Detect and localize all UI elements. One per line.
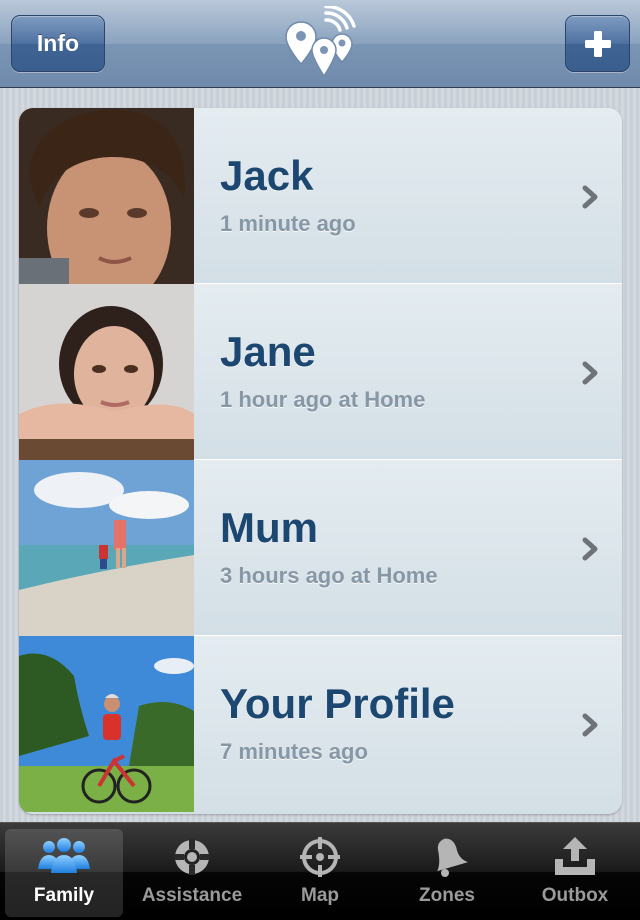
list-item[interactable]: Mum 3 hours ago at Home: [19, 460, 622, 636]
person-name: Jack: [220, 152, 314, 199]
person-name: Mum: [220, 504, 318, 551]
tab-outbox[interactable]: Outbox: [516, 829, 634, 917]
family-list: Jack 1 minute ago Jane 1 hour ago at Hom…: [19, 108, 622, 814]
list-item[interactable]: Jack 1 minute ago: [19, 108, 622, 284]
list-item[interactable]: Jane 1 hour ago at Home: [19, 284, 622, 460]
tab-family[interactable]: Family: [5, 829, 123, 917]
tab-label: Family: [33, 885, 95, 906]
cyclist-photo-image: [19, 636, 194, 812]
avatar: [19, 108, 194, 284]
tab-map[interactable]: Map: [261, 829, 379, 917]
list-item[interactable]: Your Profile 7 minutes ago: [19, 636, 622, 814]
location-pins-signal-icon: [285, 6, 356, 78]
tab-label: Assistance: [141, 885, 243, 906]
crosshair-icon: [300, 837, 340, 877]
navigation-bar: Info: [0, 0, 640, 88]
chevron-right-icon: [582, 713, 598, 737]
last-seen-text: 1 minute ago: [220, 211, 356, 236]
plus-icon: [584, 30, 611, 57]
last-seen-text: 1 hour ago at Home: [220, 387, 426, 412]
tab-zones[interactable]: Zones: [388, 829, 506, 917]
tab-bar: Family Assistance Map Zones Outbox: [0, 822, 640, 920]
girl-portrait-image: [19, 284, 194, 460]
last-seen-text: 3 hours ago at Home: [220, 563, 438, 588]
tab-label: Outbox: [541, 885, 609, 906]
bell-icon: [437, 838, 469, 877]
boy-portrait-image: [19, 108, 194, 284]
person-name: Your Profile: [220, 680, 455, 727]
info-button[interactable]: Info: [11, 15, 105, 72]
avatar: [19, 460, 194, 636]
tab-label: Zones: [419, 885, 475, 906]
chevron-right-icon: [582, 537, 598, 561]
tab-label: Map: [301, 885, 339, 906]
avatar: [19, 636, 194, 812]
lifebuoy-icon: [174, 839, 210, 875]
outbox-icon: [555, 837, 595, 875]
avatar: [19, 284, 194, 460]
chevron-right-icon: [582, 185, 598, 209]
person-name: Jane: [220, 328, 316, 375]
last-seen-text: 7 minutes ago: [220, 739, 368, 764]
beach-photo-image: [19, 460, 194, 636]
tab-assistance[interactable]: Assistance: [133, 829, 251, 917]
chevron-right-icon: [582, 361, 598, 385]
family-icon: [38, 838, 90, 873]
add-button[interactable]: [565, 15, 630, 72]
